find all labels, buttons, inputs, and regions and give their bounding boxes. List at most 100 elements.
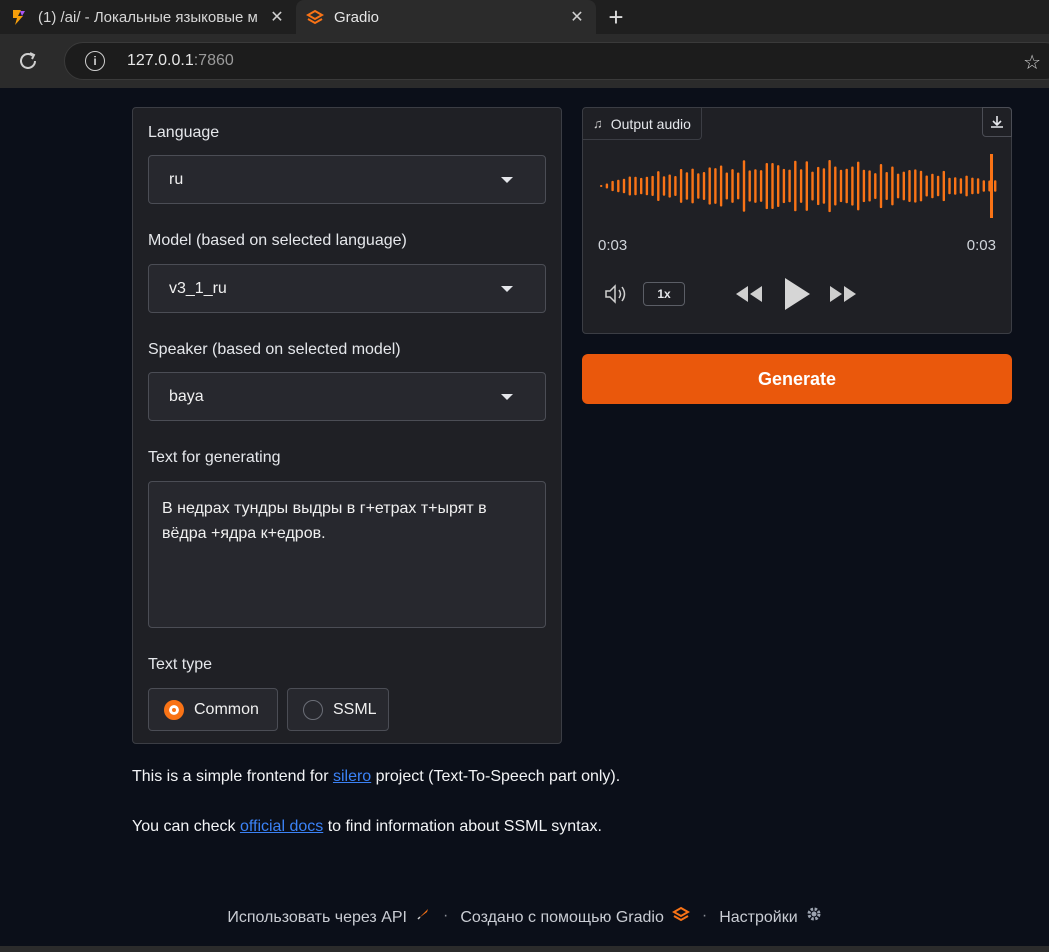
url-host: 127.0.0.1 [127, 52, 194, 69]
text-label: Text for generating [148, 449, 281, 466]
waveform-bar [697, 173, 700, 199]
waveform-bar [822, 168, 826, 204]
browser-tab-title: Gradio [334, 8, 380, 26]
waveform-bar [902, 171, 905, 201]
browser-toolbar: i 127.0.0.1:7860 ☆ [0, 34, 1049, 88]
current-time: 0:03 [598, 237, 628, 254]
waveform-bar [959, 178, 963, 194]
text-input[interactable]: В недрах тундры выдры в г+етрах т+ырят в… [148, 481, 546, 628]
gradio-logo-icon [671, 906, 690, 922]
chevron-down-icon [501, 286, 513, 292]
waveform-bar [799, 169, 803, 203]
waveform-bar [874, 173, 877, 199]
waveform-bar [634, 176, 637, 196]
waveform-bar [748, 170, 751, 202]
waveform[interactable] [597, 154, 997, 218]
waveform-bar [994, 180, 997, 192]
language-dropdown[interactable]: ru [148, 155, 546, 204]
output-audio-panel: ♫ Output audio 0:03 0:03 1x [582, 107, 1012, 334]
playback-speed-button[interactable]: 1x [643, 282, 685, 306]
volume-icon [605, 284, 626, 304]
reload-button[interactable] [0, 50, 56, 72]
play-icon [785, 278, 810, 310]
radio-common[interactable]: Common [148, 688, 278, 731]
waveform-bar [954, 177, 957, 195]
browser-tab-gradio[interactable]: Gradio ✕ [296, 0, 596, 34]
radio-selected-icon [164, 699, 184, 720]
volume-button[interactable] [603, 280, 631, 308]
footer-separator: · [701, 907, 708, 924]
silero-link[interactable]: silero [333, 768, 371, 785]
fast-forward-button[interactable] [827, 280, 859, 308]
music-note-icon: ♫ [593, 116, 603, 131]
fast-forward-icon [830, 286, 856, 302]
waveform-bar [788, 169, 791, 203]
lightning-icon [10, 8, 28, 26]
waveform-bar [839, 169, 843, 203]
chevron-down-icon [501, 177, 513, 183]
waveform-bar [605, 183, 609, 189]
waveform-bar [982, 180, 985, 192]
browser-tab-title: (1) /ai/ - Локальные языковые м [38, 8, 258, 26]
footer-separator: · [443, 907, 449, 924]
chevron-down-icon [501, 394, 513, 400]
radio-ssml[interactable]: SSML [287, 688, 389, 731]
waveform-bar [657, 171, 660, 201]
model-dropdown[interactable]: v3_1_ru [148, 264, 546, 313]
waveform-bar [908, 170, 911, 202]
waveform-bar [965, 175, 968, 197]
waveform-bar [662, 176, 666, 196]
total-time: 0:03 [966, 237, 996, 254]
url-port: :7860 [193, 52, 234, 69]
waveform-bar [679, 169, 683, 203]
waveform-bar [811, 171, 814, 201]
info-icon[interactable]: i [85, 51, 105, 71]
waveform-bar [931, 173, 934, 199]
new-tab-button[interactable]: + [596, 0, 636, 34]
play-button[interactable] [779, 274, 815, 314]
waveform-bar [919, 170, 923, 202]
rewind-button[interactable] [733, 280, 765, 308]
language-value: ru [169, 170, 184, 188]
download-button[interactable] [982, 107, 1012, 137]
waveform-bar [617, 179, 620, 193]
waveform-bar [868, 170, 871, 202]
waveform-bar [948, 177, 951, 195]
radio-common-label: Common [194, 700, 259, 718]
window-bottom-edge [0, 946, 1049, 952]
waveform-bar [936, 175, 940, 197]
waveform-bar [645, 176, 649, 196]
address-bar[interactable]: i 127.0.0.1:7860 ☆ [64, 42, 1049, 80]
waveform-bar [668, 174, 671, 198]
waveform-bar [651, 175, 654, 196]
waveform-bar [845, 168, 848, 204]
waveform-bar [834, 166, 837, 206]
official-docs-link[interactable]: official docs [240, 818, 323, 835]
settings-link[interactable]: Настройки [719, 906, 821, 927]
waveform-bar [685, 172, 689, 200]
waveform-bar [771, 163, 774, 209]
close-icon[interactable]: ✕ [568, 8, 586, 26]
browser-tab-ai[interactable]: (1) /ai/ - Локальные языковые м ✕ [0, 0, 296, 34]
close-icon[interactable]: ✕ [268, 8, 286, 26]
waveform-bar [857, 161, 860, 211]
speaker-dropdown[interactable]: baya [148, 372, 546, 421]
speaker-value: baya [169, 387, 204, 405]
waveform-bar [879, 164, 883, 209]
waveform-bar [719, 165, 723, 207]
waveform-bar [942, 170, 945, 202]
waveform-bar [742, 160, 746, 212]
waveform-bar [754, 169, 757, 203]
waveform-bar [817, 166, 820, 206]
description-line-1: This is a simple frontend for silero pro… [132, 768, 621, 785]
star-icon[interactable]: ☆ [1023, 50, 1041, 75]
waveform-bar [971, 177, 974, 195]
use-api-link[interactable]: Использовать через API [227, 906, 431, 927]
waveform-bar [828, 160, 831, 213]
waveform-bar [851, 166, 854, 206]
generate-button[interactable]: Generate [582, 354, 1012, 404]
footer: Использовать через API · Создано с помощ… [0, 904, 1049, 928]
waveform-bar [702, 172, 706, 200]
waveform-bar [714, 168, 717, 204]
built-with-gradio-link[interactable]: Создано с помощью Gradio [460, 906, 690, 927]
